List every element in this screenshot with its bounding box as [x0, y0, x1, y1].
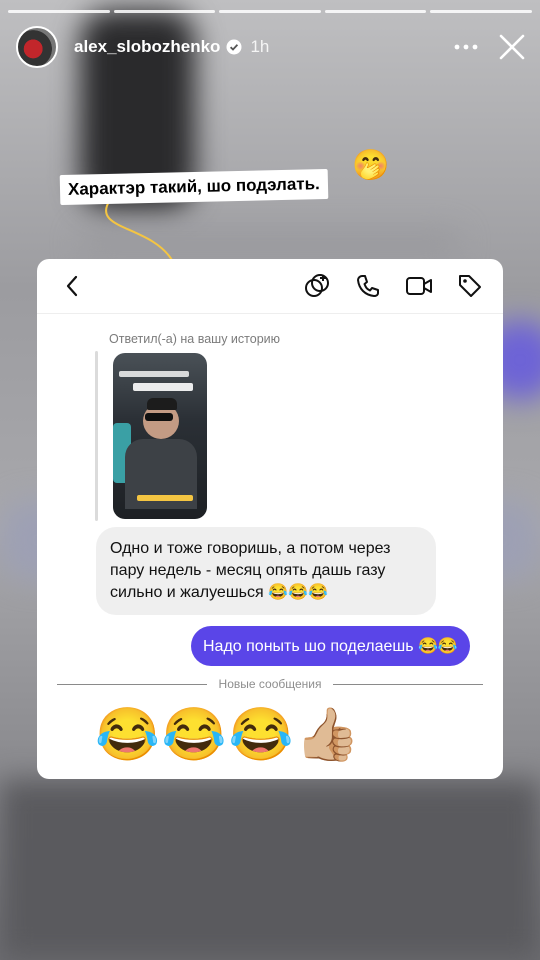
story-header: alex_slobozhenko 1h [16, 26, 526, 68]
progress-segment [8, 10, 110, 13]
video-icon[interactable] [405, 274, 433, 298]
back-icon[interactable] [65, 274, 79, 298]
thumbnail-text [119, 371, 189, 377]
new-messages-divider: Новые сообщения [57, 677, 484, 691]
thumbnail-glasses [145, 413, 173, 421]
thumbnail-sticker [137, 495, 193, 501]
background-blur [0, 780, 540, 960]
divider-line [57, 683, 207, 685]
phone-icon[interactable] [355, 273, 381, 299]
reply-line [95, 351, 98, 521]
thumbnail-text [133, 383, 193, 391]
reply-label: Ответил(-а) на вашу историю [109, 332, 281, 346]
post-time: 1h [250, 37, 270, 56]
avatar[interactable] [16, 26, 58, 68]
chat-screenshot-card: Ответил(-а) на вашу историю Одно и тоже … [37, 259, 503, 779]
divider-line [333, 683, 484, 685]
progress-segment [219, 10, 321, 13]
outgoing-message[interactable]: Надо поныть шо поделаешь 😂😂 [191, 626, 470, 666]
tag-icon[interactable] [457, 273, 483, 299]
verified-icon [226, 39, 242, 55]
progress-segment [113, 10, 216, 13]
story-reply-thumbnail[interactable] [113, 353, 207, 519]
story-caption: Характэр такий, шо подэлать. [59, 168, 329, 206]
story-progress [8, 10, 532, 13]
caption-emoji: 🤭 [352, 149, 390, 182]
emoji-message[interactable]: 😂😂😂👍🏼 [95, 709, 362, 761]
thumbnail-cap [147, 398, 177, 410]
new-messages-label: Новые сообщения [218, 677, 322, 691]
ai-icon[interactable] [303, 272, 331, 300]
username[interactable]: alex_slobozhenko [74, 37, 220, 57]
more-icon[interactable] [454, 44, 478, 50]
incoming-message[interactable]: Одно и тоже говоришь, а потом через пару… [96, 527, 436, 615]
close-icon[interactable] [498, 33, 526, 61]
progress-segment [324, 10, 427, 13]
progress-segment [430, 10, 532, 13]
chat-toolbar [37, 259, 503, 314]
